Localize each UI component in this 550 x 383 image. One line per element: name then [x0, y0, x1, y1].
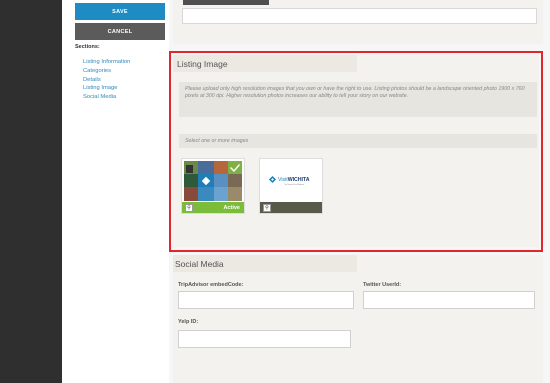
- previous-section-panel: [173, 0, 543, 44]
- section-link-listing-information[interactable]: Listing Information: [83, 58, 130, 67]
- svg-text:The Heart of the Midwest: The Heart of the Midwest: [284, 183, 305, 186]
- svg-text:VisitWICHITA: VisitWICHITA: [278, 177, 310, 183]
- image-status-label: Active: [223, 204, 240, 211]
- listing-image-title-bar: Listing Image: [173, 55, 357, 72]
- image-card-logo[interactable]: VisitWICHITA The Heart of the Midwest ⚲: [259, 158, 323, 214]
- zoom-icon[interactable]: ⚲: [263, 203, 271, 212]
- listing-image-help-text: Please upload only high resolution image…: [179, 82, 537, 117]
- yelp-input[interactable]: [178, 330, 351, 348]
- tripadvisor-input[interactable]: [178, 291, 354, 309]
- visit-wichita-logo: VisitWICHITA The Heart of the Midwest: [262, 161, 320, 201]
- section-link-details[interactable]: Details: [83, 76, 130, 85]
- image-card-active[interactable]: ⚲ Active: [181, 158, 245, 214]
- zoom-icon[interactable]: ⚲: [185, 203, 193, 212]
- left-sidebar-rail: [0, 0, 62, 383]
- image-card-footer: ⚲: [260, 202, 322, 213]
- sections-nav: SAVE CANCEL Sections: Listing Informatio…: [62, 0, 169, 383]
- cancel-button[interactable]: CANCEL: [75, 23, 165, 40]
- previous-section-field[interactable]: [182, 8, 537, 24]
- sections-list: Listing Information Categories Details L…: [83, 58, 130, 102]
- yelp-label: Yelp ID:: [178, 319, 199, 325]
- sections-title: Sections:: [75, 44, 100, 50]
- save-button[interactable]: SAVE: [75, 3, 165, 20]
- image-card-footer: ⚲ Active: [182, 202, 244, 213]
- image-select-input[interactable]: Select one or more images: [179, 134, 537, 148]
- section-link-listing-image[interactable]: Listing Image: [83, 84, 130, 93]
- section-link-social-media[interactable]: Social Media: [83, 93, 130, 102]
- twitter-input[interactable]: [363, 291, 535, 309]
- social-media-title-bar: Social Media: [173, 255, 357, 272]
- social-media-panel: Social Media TripAdvisor embedCode: Twit…: [173, 255, 543, 383]
- listing-image-title: Listing Image: [177, 59, 228, 69]
- listing-image-panel: Listing Image Please upload only high re…: [169, 51, 543, 252]
- photo-collage-thumbnail: [184, 161, 242, 201]
- social-media-title: Social Media: [175, 259, 224, 269]
- previous-section-tab: [183, 0, 269, 5]
- main-content: Listing Image Please upload only high re…: [169, 0, 550, 383]
- section-link-categories[interactable]: Categories: [83, 67, 130, 76]
- twitter-label: Twitter UserId:: [363, 282, 402, 288]
- tripadvisor-label: TripAdvisor embedCode:: [178, 282, 244, 288]
- listing-image-inner: Listing Image Please upload only high re…: [173, 55, 539, 247]
